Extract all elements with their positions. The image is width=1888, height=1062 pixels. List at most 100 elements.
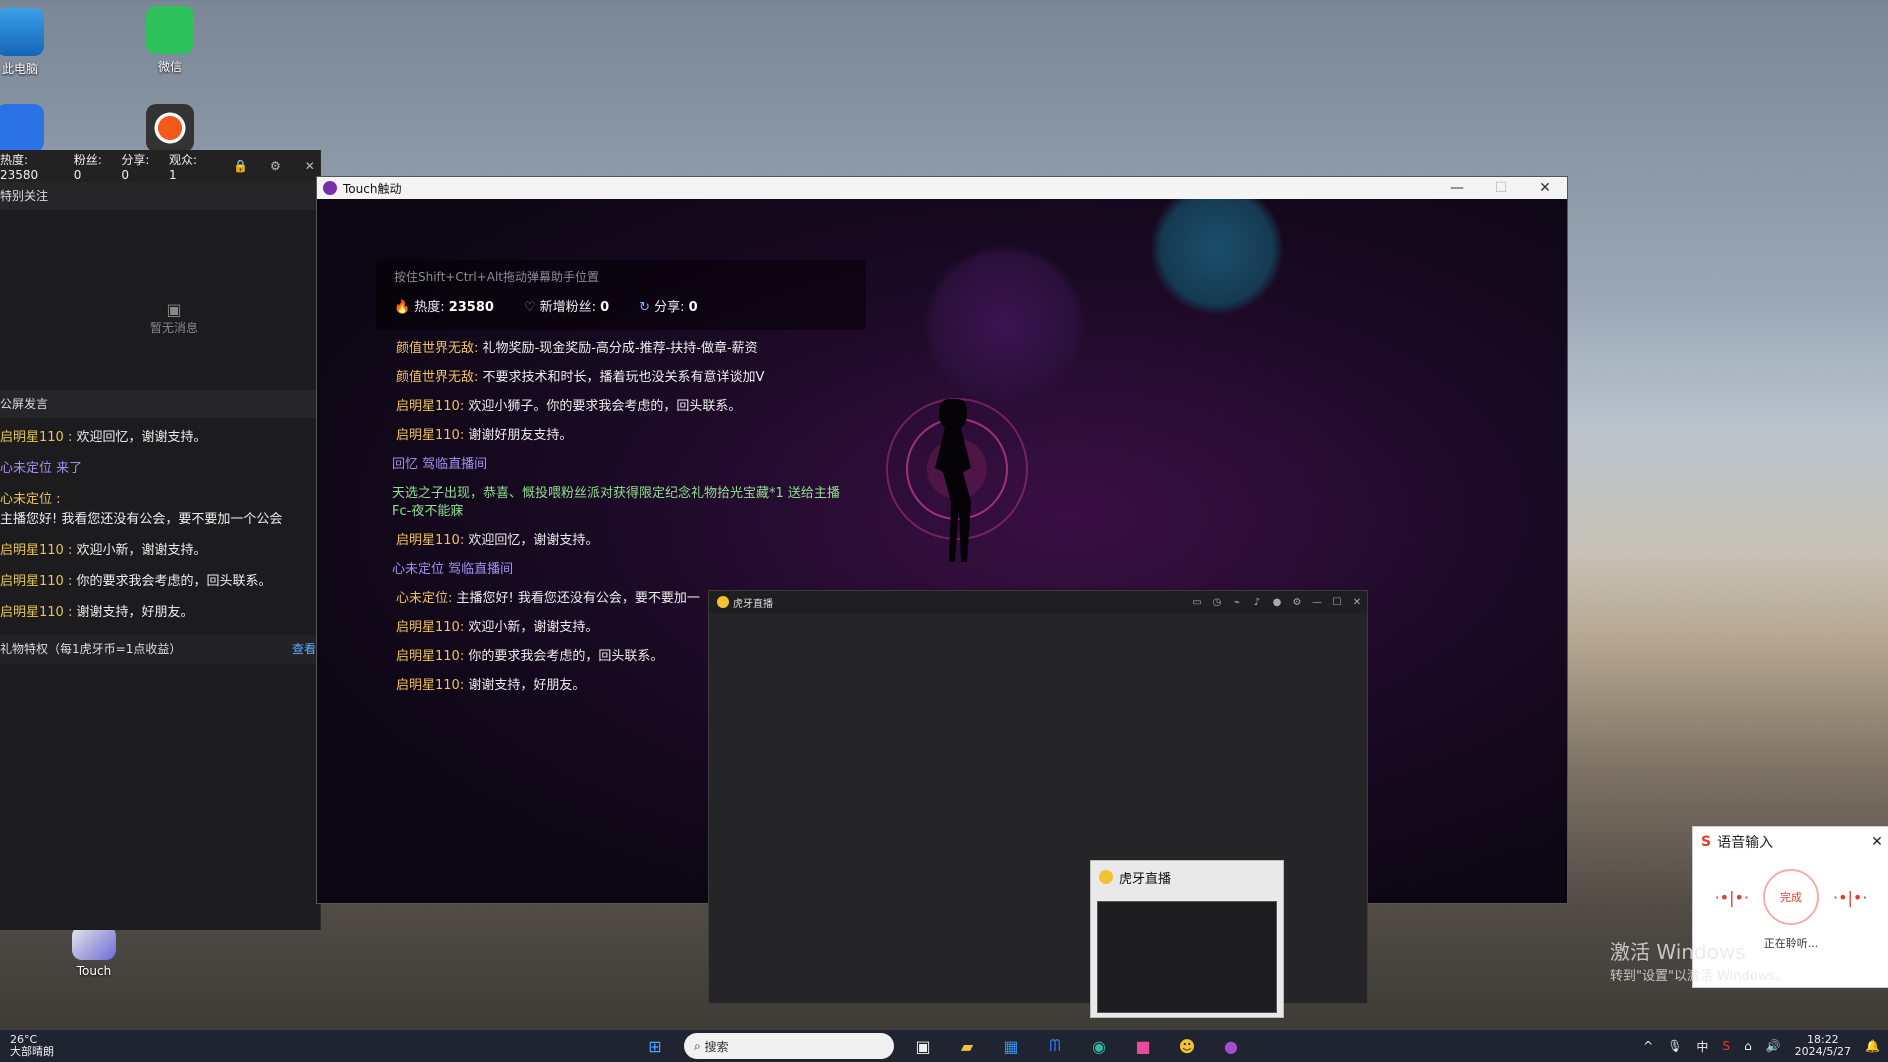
- hot-stat: 热度: 23580: [0, 152, 39, 182]
- chat-line: 心未定位 来了: [0, 461, 83, 476]
- computer-icon: [0, 8, 44, 56]
- close-icon[interactable]: ✕: [300, 159, 320, 173]
- ime-indicator[interactable]: 中: [1696, 1038, 1708, 1055]
- stats-row: 🔥 热度: 23580 ♡ 新增粉丝: 0 ↻ 分享: 0: [394, 296, 698, 315]
- waveform-icon: ·•|•·: [1714, 887, 1749, 907]
- taskbar-search[interactable]: ⌕ 搜索: [684, 1033, 894, 1059]
- touch-window-title: Touch触动: [343, 181, 402, 196]
- clock-icon[interactable]: ◷: [1207, 597, 1227, 608]
- public-chat-list: 启明星110 : 欢迎回忆，谢谢支持。 心未定位 来了 心未定位 : 主播您好!…: [0, 418, 320, 623]
- close-button[interactable]: ✕: [1523, 180, 1567, 196]
- fans-stat: 粉丝: 0: [73, 152, 102, 182]
- search-icon: ⌕: [694, 1038, 705, 1053]
- desktop-icon-wechat[interactable]: 微信: [130, 6, 210, 75]
- minimize-button[interactable]: —: [1435, 180, 1479, 196]
- hot-stat: 🔥 热度: 23580: [394, 300, 494, 315]
- danmaku-stats-box[interactable]: 按住Shift+Ctrl+Alt拖动弹幕助手位置 🔥 热度: 23580 ♡ 新增粉…: [376, 260, 866, 330]
- settings-icon[interactable]: ⚙: [265, 159, 285, 173]
- special-follow-body: ▣ 暂无消息: [0, 210, 320, 390]
- app-m-icon: [0, 104, 44, 152]
- gift-title: 礼物特权（每1虎牙币=1点收益）: [0, 642, 182, 656]
- feed-line: 启明星110: 谢谢好朋友支持。: [396, 428, 573, 443]
- huya-titlebar[interactable]: 虎牙直播 ▭ ◷ ⌁ ♪ ● ⚙ — ☐ ✕: [709, 591, 1367, 613]
- chat-line: 启明星110 : 谢谢支持，好朋友。: [0, 605, 194, 620]
- huya-logo-icon: [717, 596, 729, 608]
- feed-line: 颜值世界无敌: 不要求技术和时长，播着玩也没关系有意详谈加V: [396, 370, 765, 385]
- taskbar-thumbnail-huya[interactable]: 虎牙直播: [1090, 860, 1284, 1018]
- chat-line: 启明星110 : 你的要求我会考虑的，回头联系。: [0, 574, 272, 589]
- feed-line: 天选之子出现，恭喜、慨投喂粉丝派对获得限定纪念礼物拾光宝藏*1 送给主播Fc-夜…: [392, 486, 840, 519]
- screen-icon[interactable]: ▭: [1187, 597, 1207, 608]
- chat-line: 启明星110 : 欢迎小新，谢谢支持。: [0, 543, 207, 558]
- thumbnail-title: 虎牙直播: [1091, 861, 1283, 893]
- desktop-icon-label: Touch: [76, 964, 112, 978]
- huya-taskbar-icon[interactable]: ☻: [1172, 1033, 1202, 1059]
- new-fans-stat: ♡ 新增粉丝: 0: [523, 300, 610, 315]
- app-pink-icon[interactable]: ■: [1128, 1033, 1158, 1059]
- special-follow-title: 特别关注: [0, 182, 320, 210]
- huya-logo-icon: [1099, 870, 1113, 884]
- close-button[interactable]: ✕: [1347, 597, 1367, 608]
- touch-app-icon: [72, 926, 116, 960]
- huya-window-title: 虎牙直播: [733, 598, 773, 610]
- microphone-icon[interactable]: 🎙: [1667, 1039, 1682, 1053]
- volume-icon[interactable]: 🔊: [1766, 1039, 1781, 1053]
- waveform-icon: ·•|•·: [1833, 887, 1868, 907]
- file-explorer-icon[interactable]: ▰: [952, 1033, 982, 1059]
- weather-desc: 大部晴朗: [10, 1045, 54, 1058]
- windows-start-icon[interactable]: ⊞: [640, 1033, 670, 1059]
- feed-line: 启明星110: 欢迎小狮子。你的要求我会考虑的，回头联系。: [396, 399, 742, 414]
- edge-icon[interactable]: ◉: [1084, 1033, 1114, 1059]
- minimize-button[interactable]: —: [1307, 597, 1327, 608]
- bell-icon[interactable]: ♪: [1247, 597, 1267, 608]
- store-icon[interactable]: ▦: [996, 1033, 1026, 1059]
- helper-stats-bar: 热度: 23580 粉丝: 0 分享: 0 观众: 1 🔒 ⚙ ✕: [0, 150, 320, 182]
- gift-privilege-bar: 礼物特权（每1虎牙币=1点收益） 查看: [0, 634, 320, 664]
- fire-icon: 🔥: [394, 300, 411, 315]
- chat-line: 启明星110 : 欢迎回忆，谢谢支持。: [0, 430, 207, 445]
- danmaku-helper-panel: 热度: 23580 粉丝: 0 分享: 0 观众: 1 🔒 ⚙ ✕ 特别关注 ▣…: [0, 150, 321, 930]
- link-icon[interactable]: ⌁: [1227, 597, 1247, 608]
- voice-wave: ·•|•· 完成 ·•|•·: [1693, 869, 1888, 925]
- clock[interactable]: 18:22 2024/5/27: [1795, 1034, 1851, 1058]
- avatar-icon[interactable]: ●: [1267, 597, 1287, 608]
- wechat-icon: [146, 6, 194, 54]
- touch-titlebar[interactable]: Touch触动 — ☐ ✕: [317, 177, 1567, 199]
- desktop-icon-m[interactable]: [0, 104, 60, 156]
- chat-line: 主播您好! 我看您还没有公会，要不要加一个公会: [0, 512, 283, 527]
- close-icon[interactable]: ✕: [1865, 834, 1888, 850]
- viewers-stat: 观众: 1: [169, 152, 198, 182]
- feed-line: 心未定位 驾临直播间: [392, 562, 514, 577]
- weather-widget[interactable]: 26°C 大部晴朗: [0, 1034, 110, 1058]
- taskbar: 26°C 大部晴朗 ⊞ ⌕ 搜索 ▣ ▰ ▦ ᗰ ◉ ■ ☻ ● ^ 🎙 中 S…: [0, 1030, 1888, 1062]
- sogou-tray-icon[interactable]: S: [1722, 1039, 1730, 1053]
- desktop-icon-touch[interactable]: Touch: [54, 926, 134, 978]
- chevron-up-icon[interactable]: ^: [1643, 1039, 1653, 1053]
- chat-line: 心未定位 :: [0, 492, 61, 507]
- network-icon[interactable]: ⌂: [1744, 1039, 1752, 1053]
- heart-icon: ♡: [523, 300, 536, 315]
- public-chat-title: 公屏发言: [0, 390, 320, 418]
- share-stat: 分享: 0: [121, 152, 150, 182]
- feed-line: 回忆 驾临直播间: [392, 457, 488, 472]
- voice-header: S 语音输入 ✕: [1693, 827, 1888, 857]
- notification-icon[interactable]: 🔔: [1865, 1039, 1880, 1053]
- voice-done-button[interactable]: 完成: [1763, 869, 1819, 925]
- taskbar-apps: ⊞ ⌕ 搜索 ▣ ▰ ▦ ᗰ ◉ ■ ☻ ●: [640, 1030, 1246, 1062]
- maximize-button[interactable]: ☐: [1479, 180, 1523, 196]
- feed-line: 启明星110: 欢迎回忆，谢谢支持。: [396, 533, 599, 548]
- desktop-icon-computer[interactable]: 此电脑: [0, 8, 60, 77]
- desktop-icon-record[interactable]: [130, 104, 210, 156]
- app-m-icon[interactable]: ᗰ: [1040, 1033, 1070, 1059]
- maximize-button[interactable]: ☐: [1327, 597, 1347, 608]
- windows-activation-watermark: 激活 Windows 转到"设置"以激活 Windows。: [1610, 940, 1789, 984]
- feed-line: 颜值世界无敌: 礼物奖励-现金奖励-高分成-推荐-扶持-做章-薪资: [396, 341, 758, 356]
- touch-taskbar-icon[interactable]: ●: [1216, 1033, 1246, 1059]
- thumbnail-preview: [1097, 901, 1277, 1013]
- dancer-silhouette: [886, 398, 1028, 562]
- task-view-icon[interactable]: ▣: [908, 1033, 938, 1059]
- sogou-logo-icon: S: [1701, 834, 1712, 850]
- lock-icon[interactable]: 🔒: [231, 159, 251, 173]
- system-tray: ^ 🎙 中 S ⌂ 🔊 18:22 2024/5/27 🔔: [1643, 1030, 1880, 1062]
- settings-icon[interactable]: ⚙: [1287, 597, 1307, 608]
